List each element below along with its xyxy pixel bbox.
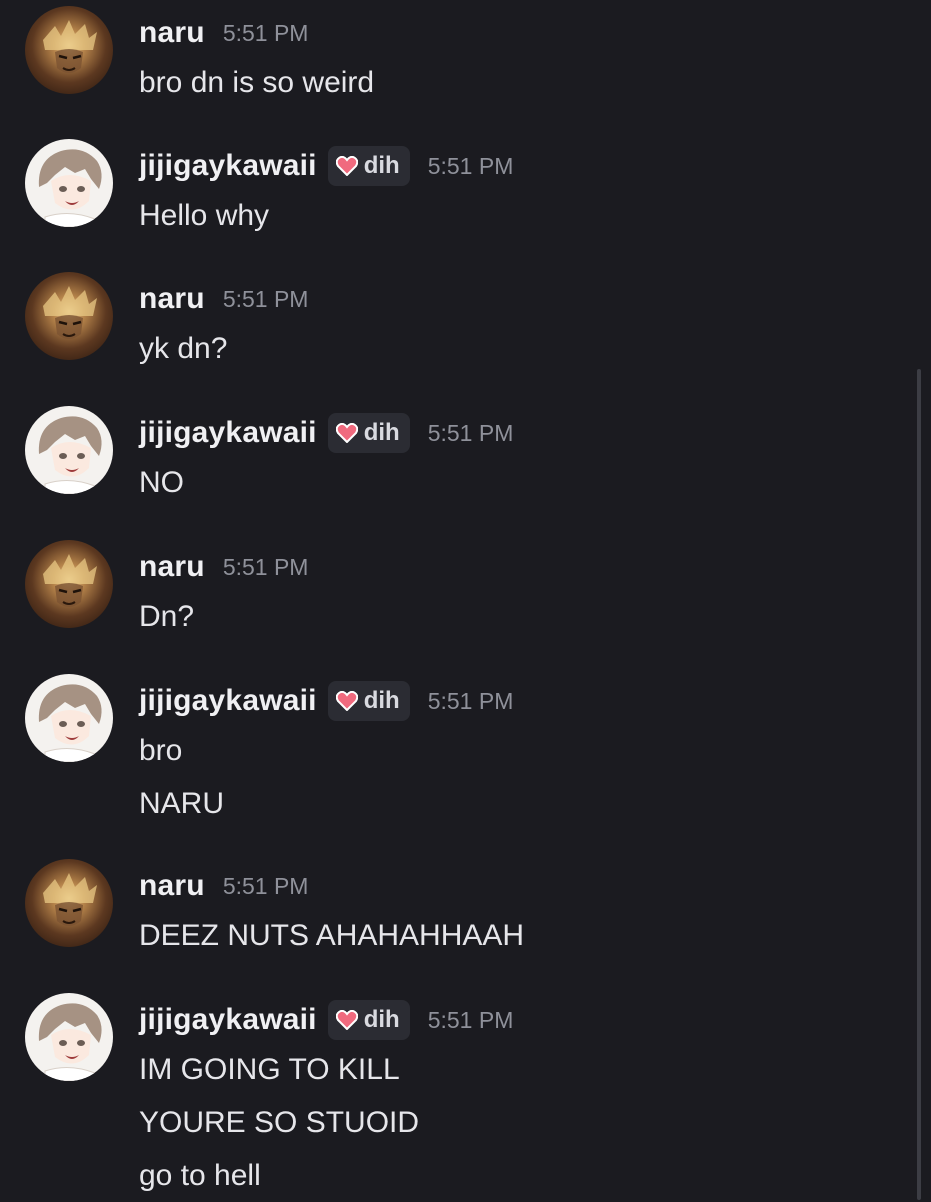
message-header: naru 5:51 PM [139, 10, 308, 56]
message-text: bro [139, 734, 183, 767]
heart-icon [335, 423, 358, 443]
message-text: NARU [139, 787, 225, 820]
message-content: DEEZ NUTS AHAHAHHAAH [139, 909, 524, 962]
message-text: Dn? [139, 600, 195, 633]
naru-avatar[interactable] [25, 859, 113, 947]
username[interactable]: naru [139, 869, 205, 903]
timestamp: 5:51 PM [427, 152, 514, 179]
role-tag[interactable]: dih [327, 681, 410, 721]
naru-avatar[interactable] [25, 540, 113, 628]
message-header: jijigaykawaii dih 5:51 PM [139, 678, 513, 724]
naru-avatar[interactable] [25, 272, 113, 360]
message-header: jijigaykawaii dih 5:51 PM [139, 997, 513, 1043]
message-text: DEEZ NUTS AHAHAHHAAH [139, 919, 525, 952]
timestamp: 5:51 PM [427, 1006, 514, 1033]
username[interactable]: jijigaykawaii [139, 149, 317, 183]
jiji-avatar[interactable] [25, 139, 113, 227]
jiji-avatar[interactable] [25, 674, 113, 762]
jiji-avatar[interactable] [25, 406, 113, 494]
message-header: jijigaykawaii dih 5:51 PM [139, 410, 513, 456]
timestamp: 5:51 PM [222, 872, 309, 899]
message-content: Hello why [139, 189, 269, 242]
role-tag[interactable]: dih [327, 413, 410, 453]
timestamp: 5:51 PM [222, 285, 309, 312]
message-content: yk dn? [139, 322, 227, 375]
naru-avatar[interactable] [25, 6, 113, 94]
role-name: dih [363, 152, 400, 179]
timestamp: 5:51 PM [222, 553, 309, 580]
heart-icon [335, 156, 358, 176]
message-text: yk dn? [139, 332, 228, 365]
message-content: Dn? [139, 590, 194, 643]
role-name: dih [363, 419, 400, 446]
jiji-avatar[interactable] [25, 993, 113, 1081]
role-tag[interactable]: dih [327, 1000, 410, 1040]
message-header: naru 5:51 PM [139, 276, 308, 322]
username[interactable]: naru [139, 16, 205, 50]
timestamp: 5:51 PM [427, 687, 514, 714]
message-header: naru 5:51 PM [139, 544, 308, 590]
message-content: bro NARU [139, 724, 224, 830]
message-text: go to hell [139, 1159, 261, 1192]
message-text: NO [139, 466, 184, 499]
username[interactable]: jijigaykawaii [139, 684, 317, 718]
username[interactable]: jijigaykawaii [139, 1003, 317, 1037]
timestamp: 5:51 PM [427, 419, 514, 446]
heart-icon [335, 691, 358, 711]
username[interactable]: naru [139, 550, 205, 584]
username[interactable]: naru [139, 282, 205, 316]
message-text: IM GOING TO KILL [139, 1053, 400, 1086]
role-tag[interactable]: dih [327, 146, 410, 186]
scrollbar[interactable] [917, 369, 921, 1200]
message-header: naru 5:51 PM [139, 863, 308, 909]
timestamp: 5:51 PM [222, 19, 309, 46]
role-name: dih [363, 1006, 400, 1033]
message-header: jijigaykawaii dih 5:51 PM [139, 143, 513, 189]
message-text: bro dn is so weird [139, 66, 375, 99]
role-name: dih [363, 687, 400, 714]
message-text: YOURE SO STUOID [139, 1106, 420, 1139]
heart-icon [335, 1010, 358, 1030]
message-content: IM GOING TO KILL YOURE SO STUOID go to h… [139, 1043, 419, 1202]
username[interactable]: jijigaykawaii [139, 416, 317, 450]
message-text: Hello why [139, 199, 270, 232]
message-content: bro dn is so weird [139, 56, 374, 109]
message-content: NO [139, 456, 184, 509]
